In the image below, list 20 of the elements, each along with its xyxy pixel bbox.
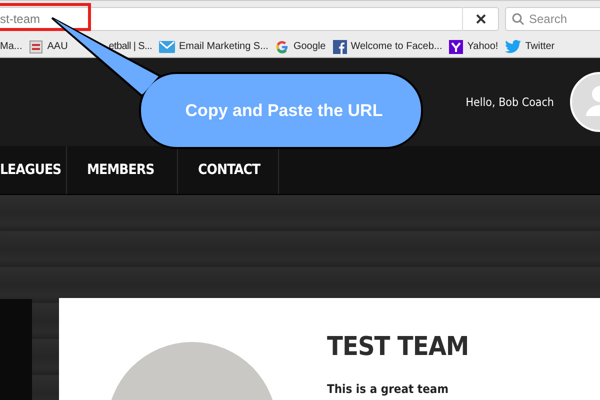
yahoo-icon: [449, 40, 464, 54]
bookmark[interactable]: Google: [275, 40, 326, 54]
bookmark[interactable]: Yahoo!: [449, 40, 498, 54]
bookmark[interactable]: AAU: [29, 40, 68, 54]
bookmark-label[interactable]: etball | S...: [108, 41, 152, 52]
google-icon: [275, 40, 290, 54]
bird-icon: [505, 40, 522, 53]
envelope-icon: [158, 40, 175, 52]
facebook-icon: [332, 40, 347, 54]
team-description: This is a great team: [327, 382, 450, 396]
team-title: TEST TEAM: [327, 332, 469, 362]
greeting-text: Hello, Bob Coach: [466, 95, 554, 109]
nav-link[interactable]: LEAGUES: [0, 146, 67, 194]
callout-text: Copy and Paste the URL: [184, 100, 384, 122]
bookmark[interactable]: Twitter: [505, 40, 555, 53]
bookmark[interactable]: Welcome to Faceb...: [332, 40, 442, 54]
site-icon: [29, 40, 44, 54]
bookmark[interactable]: Ma...: [0, 41, 22, 52]
bookmark[interactable]: Email Marketing S...: [158, 40, 268, 52]
search-icon: [512, 12, 524, 24]
